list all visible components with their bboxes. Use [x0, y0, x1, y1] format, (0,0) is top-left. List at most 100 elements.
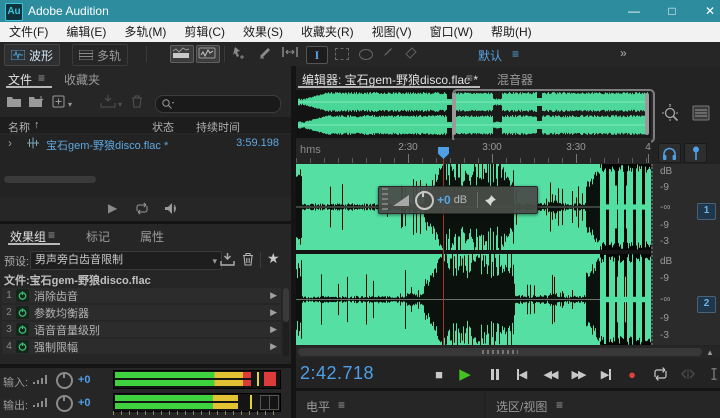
panel-divider[interactable]: [0, 221, 291, 224]
channel-badge-1[interactable]: 1: [697, 203, 716, 220]
hud-volume-knob[interactable]: [415, 191, 434, 210]
menu-item-6[interactable]: 视图(V): [363, 22, 421, 42]
effect-power-icon[interactable]: [16, 289, 29, 302]
column-name[interactable]: 名称: [8, 119, 30, 135]
effect-slot-4[interactable]: 4强制限幅▶: [2, 339, 281, 354]
effects-scrollbar-handle[interactable]: [283, 288, 289, 322]
effect-expand-icon[interactable]: ▶: [270, 341, 281, 352]
volume-hud[interactable]: +0 dB: [378, 186, 538, 214]
overview-selection-right-handle[interactable]: [645, 93, 649, 135]
column-status[interactable]: 状态: [152, 119, 174, 135]
column-duration[interactable]: 持续时间: [196, 119, 240, 135]
tab-favorites[interactable]: 收藏夹: [64, 71, 100, 88]
files-search-input[interactable]: [155, 95, 281, 113]
minimize-icon[interactable]: —: [617, 0, 651, 22]
menu-item-1[interactable]: 编辑(E): [57, 22, 115, 42]
play-button[interactable]: ▶: [453, 364, 477, 384]
waveform-view-button[interactable]: 波形: [4, 44, 60, 66]
zoom-navigate-icon[interactable]: [660, 104, 682, 124]
lasso-selection-tool-icon[interactable]: [356, 46, 376, 62]
workspace-selector[interactable]: 默认: [478, 47, 502, 64]
workspace-menu-icon[interactable]: ≡: [512, 47, 519, 61]
file-name[interactable]: 宝石gem-野狼disco.flac *: [46, 137, 168, 153]
preview-speaker-icon[interactable]: [160, 202, 178, 215]
menu-item-3[interactable]: 剪辑(C): [175, 22, 234, 42]
import-file-icon[interactable]: [28, 95, 46, 108]
paintbrush-tool-icon[interactable]: [380, 46, 400, 62]
channel-badge-2[interactable]: 2: [697, 296, 716, 313]
output-gain-value[interactable]: +0: [78, 397, 91, 409]
razor-tool-icon[interactable]: [258, 46, 278, 62]
output-gain-knob[interactable]: [56, 395, 73, 412]
tab-mixer[interactable]: 混音器: [497, 71, 533, 88]
panel-divider[interactable]: [0, 364, 291, 368]
hud-pin-icon[interactable]: [484, 194, 497, 207]
spectral-frequency-icon[interactable]: [170, 45, 194, 63]
effect-expand-icon[interactable]: ▶: [270, 290, 281, 301]
ruler-unit-label[interactable]: hms: [300, 144, 321, 156]
monitor-headphones-button[interactable]: [658, 143, 681, 163]
expand-arrow-icon[interactable]: ›: [8, 136, 12, 150]
effect-power-icon[interactable]: [16, 306, 29, 319]
editor-layout-icon[interactable]: [692, 105, 710, 121]
maximize-icon[interactable]: □: [655, 0, 689, 22]
input-gain-knob[interactable]: [56, 372, 73, 389]
tab-properties[interactable]: 属性: [140, 228, 164, 245]
tab-markers[interactable]: 标记: [86, 228, 110, 245]
time-selection-tool-icon[interactable]: I: [306, 46, 328, 64]
close-icon[interactable]: ✕: [693, 0, 720, 22]
levels-panel-menu-icon[interactable]: ≡: [338, 398, 345, 412]
menu-item-0[interactable]: 文件(F): [0, 22, 57, 42]
menu-item-8[interactable]: 帮助(H): [482, 22, 541, 42]
record-button[interactable]: ●: [620, 364, 644, 384]
skip-to-start-button[interactable]: ◀: [510, 364, 534, 384]
effect-slot-1[interactable]: 1消除齿音▶: [2, 288, 281, 303]
rewind-button[interactable]: ◀◀: [538, 364, 562, 384]
spot-healing-tool-icon[interactable]: [404, 46, 424, 62]
stop-button[interactable]: ■: [427, 364, 451, 384]
new-content-caret-icon[interactable]: ▾: [68, 100, 72, 109]
open-file-icon[interactable]: [6, 95, 22, 108]
pause-button[interactable]: [483, 364, 507, 384]
fast-forward-button[interactable]: ▶▶: [566, 364, 590, 384]
delete-preset-icon[interactable]: [242, 252, 254, 266]
toolbar-overflow-icon[interactable]: »: [620, 46, 627, 60]
save-preset-icon[interactable]: [220, 253, 235, 266]
menu-item-2[interactable]: 多轨(M): [115, 22, 175, 42]
new-content-icon[interactable]: [52, 95, 66, 108]
effect-expand-icon[interactable]: ▶: [270, 324, 281, 335]
menu-item-4[interactable]: 效果(S): [234, 22, 292, 42]
overview-selection-box[interactable]: [452, 89, 655, 143]
playhead-line[interactable]: [443, 155, 444, 345]
time-display[interactable]: 2:42.718: [300, 363, 374, 384]
preview-loop-icon[interactable]: [134, 202, 150, 215]
files-panel-menu-icon[interactable]: ≡: [38, 71, 45, 85]
move-tool-icon[interactable]: [232, 46, 252, 62]
effect-expand-icon[interactable]: ▶: [270, 307, 281, 318]
effect-slot-2[interactable]: 2参数均衡器▶: [2, 305, 281, 320]
hud-gain-value[interactable]: +0: [437, 193, 451, 207]
spectral-pitch-icon[interactable]: [196, 45, 220, 63]
file-list-row[interactable]: › 宝石gem-野狼disco.flac * 3:59.198: [0, 135, 291, 152]
marquee-selection-tool-icon[interactable]: [332, 46, 352, 62]
effect-power-icon[interactable]: [16, 340, 29, 353]
selection-view-menu-icon[interactable]: ≡: [556, 398, 563, 412]
preview-play-icon[interactable]: ▶: [108, 201, 117, 215]
effects-panel-menu-icon[interactable]: ≡: [48, 228, 55, 242]
preset-select[interactable]: 男声旁白齿音限制 ▾: [30, 251, 222, 270]
tab-selection-view[interactable]: 选区/视图: [496, 398, 547, 415]
overview-selection-left-handle[interactable]: [452, 93, 456, 135]
multitrack-view-button[interactable]: 多轨: [72, 44, 128, 66]
hud-grip-handle[interactable]: [380, 188, 389, 212]
skip-to-end-button[interactable]: ▶: [594, 364, 618, 384]
favorite-star-icon[interactable]: ★: [267, 250, 280, 267]
effect-power-icon[interactable]: [16, 323, 29, 336]
panel-collapse-icon[interactable]: ▲: [706, 348, 714, 357]
files-hscrollbar[interactable]: [4, 176, 96, 183]
menu-item-7[interactable]: 窗口(W): [421, 22, 482, 42]
marker-pin-button[interactable]: [684, 143, 707, 163]
loop-playback-button[interactable]: [648, 364, 672, 384]
tab-levels[interactable]: 电平: [306, 398, 330, 415]
editor-panel-menu-icon[interactable]: ≡: [466, 71, 473, 85]
menu-item-5[interactable]: 收藏夹(R): [292, 22, 363, 42]
